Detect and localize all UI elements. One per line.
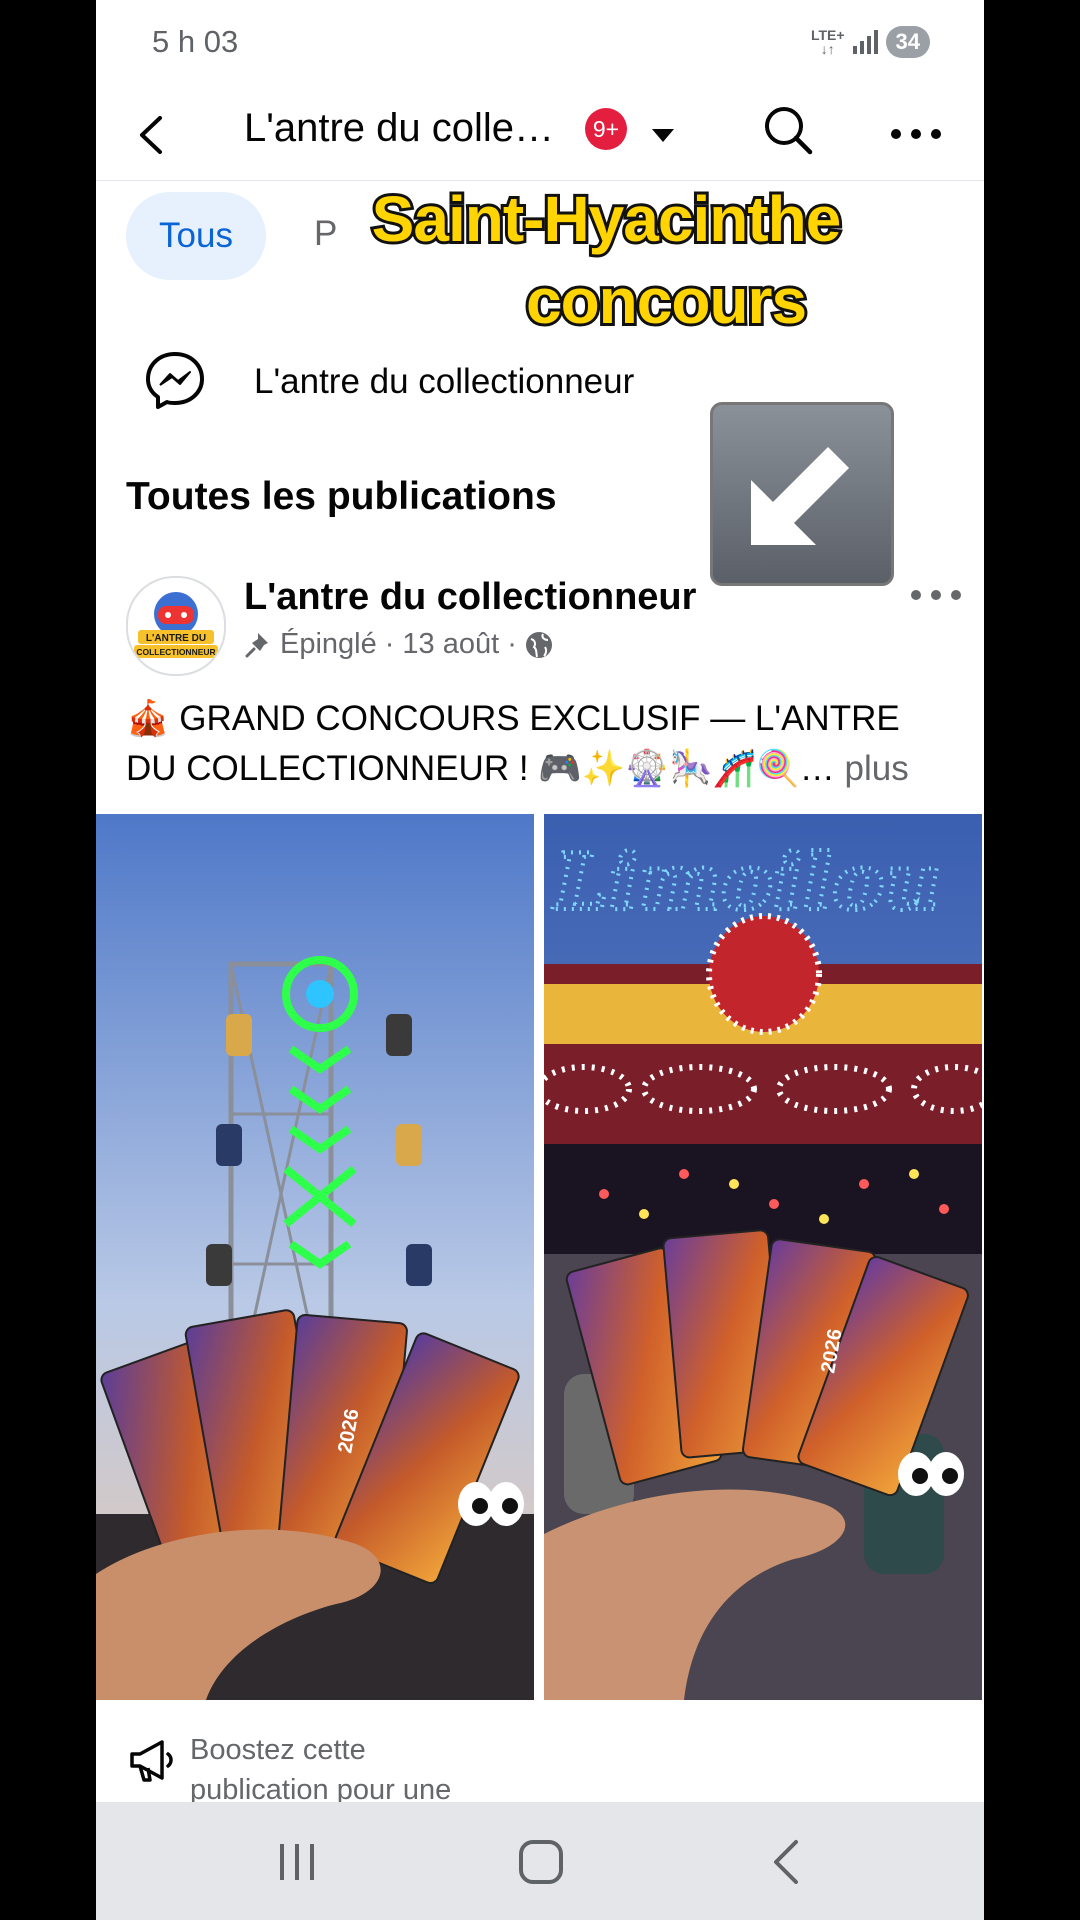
meta-separator-2: · [507,628,517,660]
pin-icon [245,632,268,657]
see-more-link[interactable]: plus [844,749,908,788]
post-author[interactable]: L'antre du collectionneur [244,576,696,619]
notification-badge: 9+ [585,108,627,150]
post-text-line-1: 🎪 GRAND CONCOURS EXCLUSIF — L'ANTRE [126,699,900,738]
messenger-label: L'antre du collectionneur [254,362,635,401]
overlay-line-2: concours [523,262,810,340]
pinned-label: Épinglé [280,628,377,660]
post-meta: Épinglé · 13 août · [244,628,553,661]
back-arrow-icon[interactable] [126,108,180,162]
boost-text: Boostez cette publication pour une [190,1730,590,1810]
network-label: LTE+ [810,27,845,43]
post-image-right[interactable]: Limoilou 2026 [544,814,982,1700]
signal-icon [852,30,878,54]
globe-icon [525,631,552,658]
boost-line-1: Boostez cette [190,1734,366,1766]
page-title[interactable]: L'antre du colle… [244,106,554,151]
arrow-down-left-icon [710,402,894,586]
author-avatar[interactable]: L'ANTRE DU COLLECTIONNEUR [126,576,226,676]
page-header: L'antre du colle… 9+ [96,90,984,181]
search-icon[interactable] [760,102,816,158]
post-image-left[interactable]: 2026 [96,814,534,1700]
post-text[interactable]: 🎪 GRAND CONCOURS EXCLUSIF — L'ANTRE DU C… [126,694,966,794]
post-more-icon[interactable] [908,580,964,610]
avatar-text-2: COLLECTIONNEUR [136,647,215,657]
lte-indicator: LTE+ ↓↑ [810,27,845,57]
ride-sign-text: Limoilou [552,837,941,928]
status-indicators: LTE+ ↓↑ 34 [811,26,930,58]
avatar-text-1: L'ANTRE DU [146,633,206,644]
megaphone-icon [130,1740,173,1782]
caret-down-icon[interactable] [648,120,678,150]
meta-separator: · [384,628,395,660]
home-icon[interactable] [506,1830,576,1894]
status-time: 5 h 03 [152,24,239,59]
section-title: Toutes les publications [126,475,557,518]
nav-back-icon[interactable] [752,1830,822,1894]
post-date[interactable]: 13 août [402,628,499,661]
battery-indicator: 34 [885,26,930,58]
post-text-line-2: DU COLLECTIONNEUR ! 🎮✨🎡🎠🎢🍭… [126,749,835,788]
status-bar: 5 h 03 LTE+ ↓↑ 34 [96,0,984,90]
filter-chip-tous[interactable]: Tous [126,192,266,280]
system-nav-bar [96,1802,984,1920]
messenger-icon [146,352,204,409]
recent-apps-icon[interactable] [262,1830,332,1894]
video-overlay-caption: Saint-Hyacinthe concours [246,178,966,342]
overlay-line-1: Saint-Hyacinthe [369,180,845,258]
more-icon[interactable] [886,104,946,164]
phone-screen: 5 h 03 LTE+ ↓↑ 34 L'antre du colle… 9+ To… [96,0,984,1920]
